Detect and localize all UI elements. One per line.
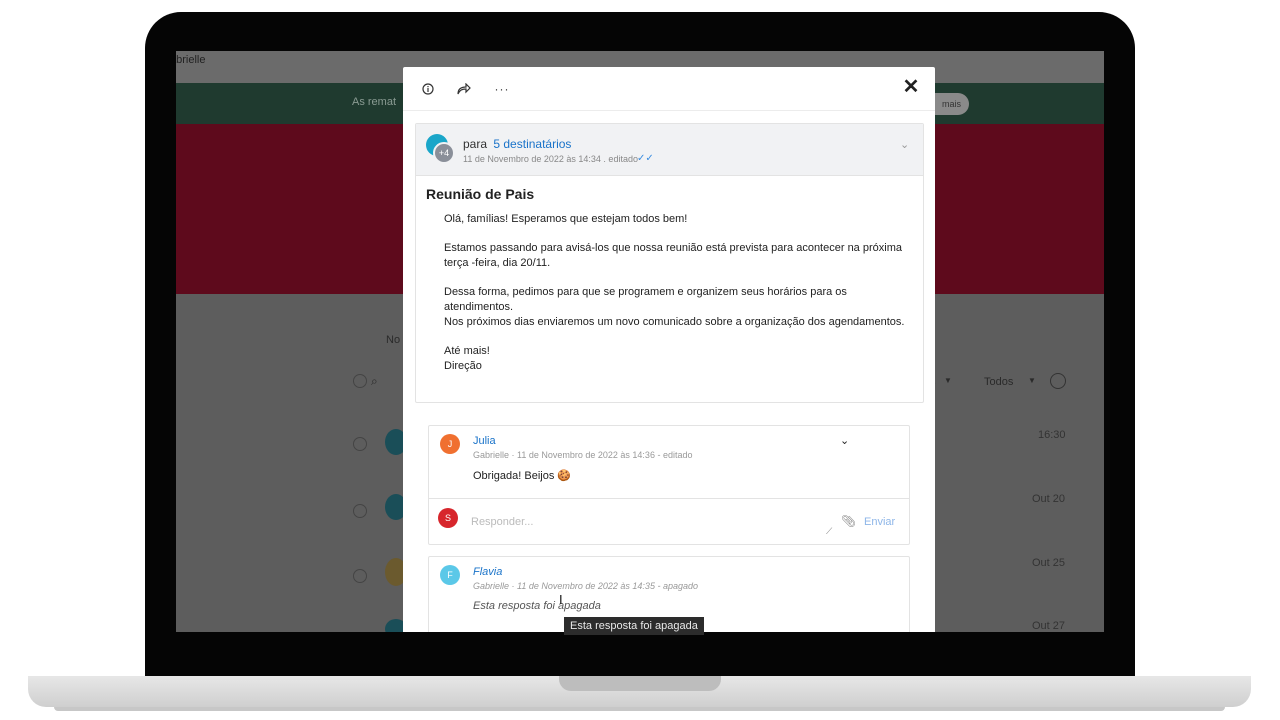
row-checkbox[interactable] — [353, 437, 367, 451]
filter-chevron-icon: ▼ — [944, 376, 952, 385]
screen: abrielle As remat mais No s ▼ Todos ▼ ⌕ … — [176, 51, 1104, 632]
reply-meta: Gabrielle · 11 de Novembro de 2022 às 14… — [473, 450, 693, 460]
row-time: Out 20 — [1032, 493, 1066, 505]
filter-all-chevron-icon: ▼ — [1028, 376, 1036, 385]
read-check-icon: ✓✓ — [637, 153, 654, 164]
select-all-checkbox[interactable] — [353, 374, 367, 388]
message-card: +4 para 5 destinatários 11 de Novembro d… — [415, 123, 924, 403]
reply-input[interactable]: Responder... — [471, 516, 533, 528]
message-header: +4 para 5 destinatários 11 de Novembro d… — [416, 124, 923, 176]
more-icon[interactable]: ··· — [492, 79, 512, 99]
chevron-down-icon[interactable]: ⌄ — [900, 138, 909, 151]
deleted-text: Esta resposta foi apagada — [473, 600, 601, 612]
recipients-avatar: +4 — [426, 134, 456, 164]
recipients-line: para 5 destinatários — [463, 137, 571, 151]
avatar: S — [438, 508, 458, 528]
message-modal: ··· ✕ +4 para 5 destinatários 11 de Nove… — [403, 67, 935, 632]
text-cursor-icon: I — [559, 592, 563, 607]
row-checkbox[interactable] — [353, 504, 367, 518]
message-title: Reunião de Pais — [426, 186, 535, 202]
row-time: Out 27 — [1032, 620, 1066, 632]
message-date: 11 de Novembro de 2022 às 14:34 . editad… — [463, 154, 638, 164]
filter-all[interactable]: Todos — [984, 376, 1013, 388]
help-icon[interactable] — [1050, 373, 1066, 389]
reply-text: Obrigada! Beijos 🍪 — [473, 470, 572, 482]
reply-card: J Julia Gabrielle · 11 de Novembro de 20… — [428, 425, 910, 545]
resize-handle-icon[interactable]: ⟋ — [826, 526, 832, 537]
info-icon[interactable] — [418, 79, 438, 99]
list-label: No — [386, 334, 401, 346]
modal-toolbar: ··· ✕ — [403, 67, 935, 111]
forward-icon[interactable] — [454, 79, 474, 99]
user-name: abrielle — [176, 54, 206, 66]
reply-author[interactable]: Julia — [473, 435, 496, 447]
close-icon[interactable]: ✕ — [900, 76, 922, 98]
tooltip: Esta resposta foi apagada — [564, 617, 704, 635]
divider — [429, 498, 909, 499]
avatar: F — [440, 565, 460, 585]
search-icon[interactable]: ⌕ — [371, 374, 378, 389]
body-line: Nos próximos dias enviaremos um novo com… — [444, 316, 905, 328]
row-checkbox[interactable] — [353, 569, 367, 583]
row-time: Out 25 — [1032, 557, 1066, 569]
message-body: Olá, famílias! Esperamos que estejam tod… — [444, 212, 914, 374]
reply-author[interactable]: Flavia — [473, 566, 502, 578]
chevron-down-icon[interactable]: ⌄ — [840, 434, 849, 447]
body-line: Estamos passando para avisá-los que noss… — [444, 242, 902, 254]
row-time: 16:30 — [1038, 429, 1066, 441]
send-button[interactable]: Enviar — [864, 516, 895, 528]
body-line: terça -feira, dia 20/11. — [444, 257, 551, 269]
to-prefix: para — [463, 137, 488, 151]
body-line: Olá, famílias! Esperamos que estejam tod… — [444, 213, 688, 225]
recipients-link[interactable]: 5 destinatários — [493, 137, 571, 151]
avatar-count: +4 — [433, 142, 455, 164]
avatar: J — [440, 434, 460, 454]
attach-icon[interactable]: 📎︎ — [841, 514, 856, 528]
reply-meta: Gabrielle · 11 de Novembro de 2022 às 14… — [473, 581, 698, 591]
laptop-notch — [559, 676, 721, 691]
body-line: Até mais! — [444, 345, 490, 357]
body-line: Direção — [444, 360, 482, 372]
banner-text: As remat — [352, 96, 397, 108]
body-line: Dessa forma, pedimos para que se program… — [444, 286, 847, 313]
